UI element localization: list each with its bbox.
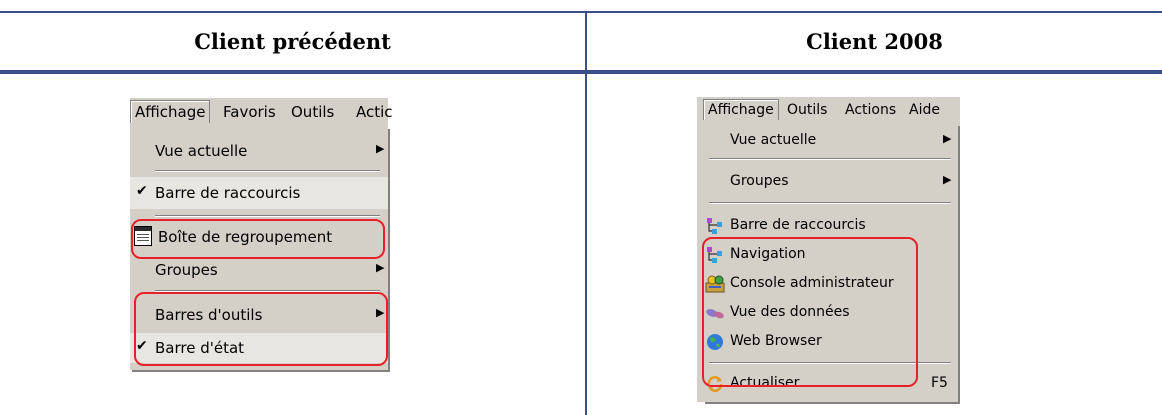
menu-item-groupes[interactable]: Groupes ▶ [130, 256, 388, 284]
menu-item-vue-actuelle[interactable]: Vue actuelle ▶ [703, 127, 958, 155]
column-header-client-2008: Client 2008 [806, 29, 943, 54]
menu-favoris[interactable]: Favoris [223, 103, 276, 121]
submenu-arrow-icon: ▶ [943, 173, 952, 186]
highlight-outline [134, 292, 388, 366]
column-header-previous-client: Client précédent [194, 29, 391, 54]
menu-separator [709, 158, 951, 160]
shortcut-key: F5 [931, 375, 948, 391]
column-divider [585, 11, 587, 415]
menu-outils[interactable]: Outils [787, 102, 827, 118]
menu-separator [155, 170, 380, 172]
left-menubar: Affichage Favoris Outils Actic [130, 98, 393, 127]
checkmark-icon: ✔ [136, 183, 148, 199]
table-header-rule [0, 70, 1162, 74]
menu-outils[interactable]: Outils [291, 103, 334, 121]
submenu-arrow-icon: ▶ [376, 142, 385, 155]
menu-affichage[interactable]: Affichage [703, 99, 779, 120]
menu-actions-truncated[interactable]: Actic [356, 103, 393, 121]
menu-item-barre-raccourcis[interactable]: ✔ Barre de raccourcis [130, 179, 388, 207]
menu-item-vue-actuelle[interactable]: Vue actuelle ▶ [130, 137, 388, 165]
highlight-outline [131, 219, 385, 259]
menu-separator [155, 215, 380, 217]
submenu-arrow-icon: ▶ [376, 261, 385, 274]
menu-item-groupes[interactable]: Groupes ▶ [703, 168, 958, 196]
highlight-outline [702, 237, 918, 387]
menu-actions[interactable]: Actions [845, 102, 896, 118]
menu-item-barre-raccourcis[interactable]: Barre de raccourcis [703, 212, 958, 240]
menu-aide[interactable]: Aide [909, 102, 940, 118]
menu-separator [709, 202, 951, 204]
shortcut-tree-icon [705, 216, 725, 236]
submenu-arrow-icon: ▶ [943, 132, 952, 145]
right-menubar: Affichage Outils Actions Aide [697, 97, 960, 126]
menu-affichage[interactable]: Affichage [130, 100, 211, 123]
